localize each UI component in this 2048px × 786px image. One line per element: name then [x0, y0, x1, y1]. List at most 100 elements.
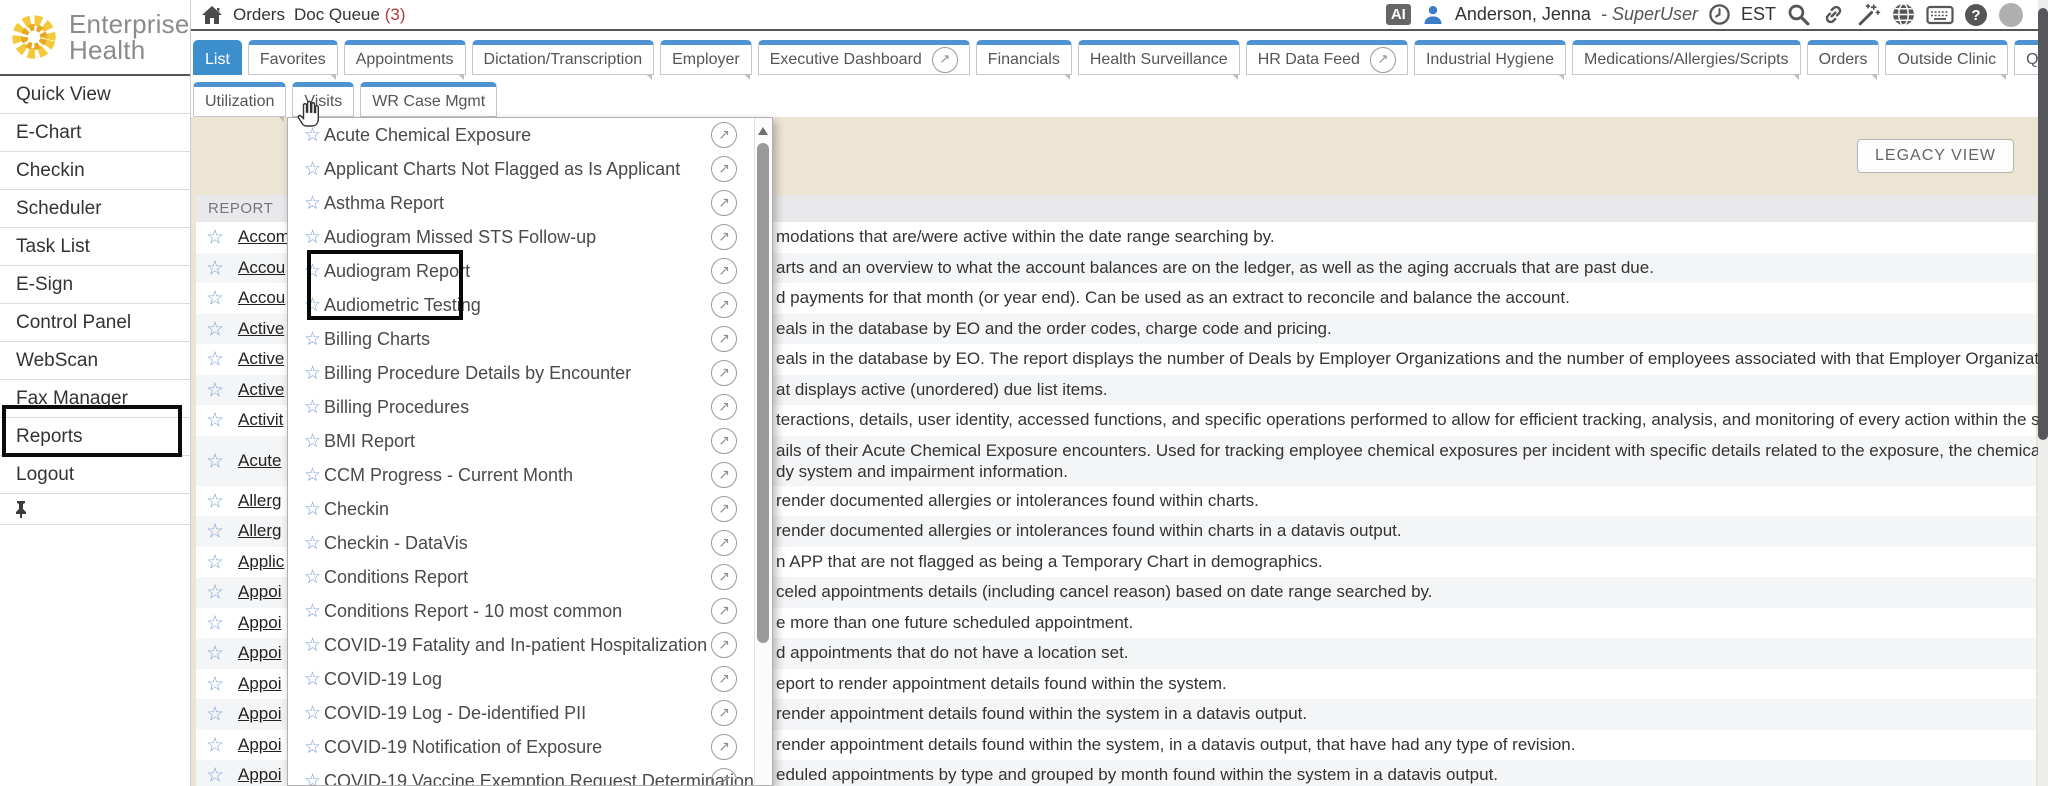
dropdown-item-conditions-report[interactable]: ☆Conditions Report↗ — [288, 560, 754, 594]
report-link[interactable]: Appoi — [238, 735, 281, 755]
sidebar-item-checkin[interactable]: Checkin — [0, 152, 190, 190]
report-link[interactable]: Accou — [238, 288, 285, 308]
favorite-star-icon[interactable]: ☆ — [206, 732, 224, 757]
favorite-star-icon[interactable]: ☆ — [301, 736, 324, 759]
tab-executive-dashboard[interactable]: Executive Dashboard↗ — [758, 40, 970, 75]
report-link[interactable]: Appoi — [238, 613, 281, 633]
dropdown-item-audiogram-report[interactable]: ☆Audiogram Report↗ — [288, 254, 754, 288]
report-link[interactable]: Active — [238, 349, 284, 369]
favorite-star-icon[interactable]: ☆ — [301, 328, 324, 351]
globe-icon[interactable] — [1891, 2, 1916, 27]
open-in-new-icon[interactable]: ↗ — [711, 224, 737, 250]
favorite-star-icon[interactable]: ☆ — [301, 464, 324, 487]
open-in-new-icon[interactable]: ↗ — [711, 122, 737, 148]
favorite-star-icon[interactable]: ☆ — [206, 549, 224, 574]
favorite-star-icon[interactable]: ☆ — [301, 294, 324, 317]
wand-icon[interactable] — [1856, 2, 1881, 27]
favorite-star-icon[interactable]: ☆ — [206, 316, 224, 341]
dropdown-item-acute-chemical-exposure[interactable]: ☆Acute Chemical Exposure↗ — [288, 118, 754, 152]
tab-financials[interactable]: Financials — [976, 40, 1072, 75]
report-link[interactable]: Appoi — [238, 582, 281, 602]
report-link[interactable]: Acute — [238, 451, 281, 471]
tab-outside-clinic[interactable]: Outside Clinic — [1885, 40, 2008, 75]
favorite-star-icon[interactable]: ☆ — [206, 610, 224, 635]
open-in-new-icon[interactable]: ↗ — [711, 292, 737, 318]
tab-health-surveillance[interactable]: Health Surveillance — [1078, 40, 1240, 75]
dropdown-item-billing-charts[interactable]: ☆Billing Charts↗ — [288, 322, 754, 356]
favorite-star-icon[interactable]: ☆ — [301, 770, 324, 786]
report-link[interactable]: Allerg — [238, 521, 281, 541]
favorite-star-icon[interactable]: ☆ — [301, 192, 324, 215]
pushpin-icon[interactable] — [14, 500, 28, 519]
favorite-star-icon[interactable]: ☆ — [206, 377, 224, 402]
tab-orders[interactable]: Orders — [1807, 40, 1880, 75]
favorite-star-icon[interactable]: ☆ — [301, 396, 324, 419]
tab-appointments[interactable]: Appointments — [344, 40, 466, 75]
favorite-star-icon[interactable]: ☆ — [301, 260, 324, 283]
sidebar-item-webscan[interactable]: WebScan — [0, 342, 190, 380]
page-scrollbar-thumb[interactable] — [2038, 8, 2048, 440]
favorite-star-icon[interactable]: ☆ — [301, 158, 324, 181]
tab-medications-allergies-scripts[interactable]: Medications/Allergies/Scripts — [1572, 40, 1801, 75]
dropdown-item-covid-19-vaccine-exemption-request-determination[interactable]: ☆COVID-19 Vaccine Exemption Request Dete… — [288, 764, 754, 786]
report-link[interactable]: Allerg — [238, 491, 281, 511]
keyboard-icon[interactable] — [1926, 4, 1954, 26]
open-in-new-icon[interactable]: ↗ — [711, 598, 737, 624]
favorite-star-icon[interactable]: ☆ — [206, 347, 224, 372]
sidebar-item-fax-manager[interactable]: Fax Manager — [0, 380, 190, 418]
open-in-new-icon[interactable]: ↗ — [711, 360, 737, 386]
user-name[interactable]: Anderson, Jenna — [1455, 4, 1591, 25]
open-in-new-icon[interactable]: ↗ — [711, 190, 737, 216]
report-link[interactable]: Activit — [238, 410, 283, 430]
sidebar-item-quick-view[interactable]: Quick View — [0, 76, 190, 114]
dropdown-item-billing-procedures[interactable]: ☆Billing Procedures↗ — [288, 390, 754, 424]
scroll-up-arrow-icon[interactable] — [758, 127, 768, 135]
open-in-new-icon[interactable]: ↗ — [711, 428, 737, 454]
favorite-star-icon[interactable]: ☆ — [301, 532, 324, 555]
favorite-star-icon[interactable]: ☆ — [301, 668, 324, 691]
tab-list[interactable]: List — [193, 40, 242, 75]
open-in-new-icon[interactable]: ↗ — [711, 734, 737, 760]
sidebar-item-reports[interactable]: Reports — [0, 418, 190, 456]
tab-hr-data-feed[interactable]: HR Data Feed↗ — [1246, 40, 1408, 75]
report-link[interactable]: Active — [238, 319, 284, 339]
help-icon[interactable]: ? — [1964, 3, 1988, 27]
dropdown-scrollbar[interactable] — [754, 118, 772, 785]
favorite-star-icon[interactable]: ☆ — [301, 430, 324, 453]
favorite-star-icon[interactable]: ☆ — [301, 362, 324, 385]
report-link[interactable]: Accou — [238, 258, 285, 278]
home-icon[interactable] — [200, 3, 224, 27]
sidebar-item-e-chart[interactable]: E-Chart — [0, 114, 190, 152]
tab-employer[interactable]: Employer — [660, 40, 752, 75]
report-link[interactable]: Appoi — [238, 674, 281, 694]
open-in-new-icon[interactable]: ↗ — [711, 394, 737, 420]
page-scrollbar[interactable] — [2038, 0, 2048, 786]
report-link[interactable]: Appoi — [238, 643, 281, 663]
report-link[interactable]: Appoi — [238, 704, 281, 724]
open-in-new-icon[interactable]: ↗ — [711, 258, 737, 284]
favorite-star-icon[interactable]: ☆ — [206, 641, 224, 666]
report-link[interactable]: Applic — [238, 552, 284, 572]
link-icon[interactable] — [1821, 2, 1846, 27]
favorite-star-icon[interactable]: ☆ — [206, 671, 224, 696]
dropdown-item-covid-19-log[interactable]: ☆COVID-19 Log↗ — [288, 662, 754, 696]
favorite-star-icon[interactable]: ☆ — [206, 702, 224, 727]
user-icon[interactable] — [1421, 3, 1445, 27]
dropdown-item-audiometric-testing[interactable]: ☆Audiometric Testing↗ — [288, 288, 754, 322]
nav-doc-queue[interactable]: Doc Queue (3) — [294, 5, 406, 25]
report-link[interactable]: Accom — [238, 227, 290, 247]
dropdown-item-audiogram-missed-sts-follow-up[interactable]: ☆Audiogram Missed STS Follow-up↗ — [288, 220, 754, 254]
tab-industrial-hygiene[interactable]: Industrial Hygiene — [1414, 40, 1566, 75]
nav-orders[interactable]: Orders — [233, 5, 285, 25]
sidebar-item-logout[interactable]: Logout — [0, 456, 190, 494]
open-in-new-icon[interactable]: ↗ — [711, 326, 737, 352]
open-in-new-icon[interactable]: ↗ — [711, 530, 737, 556]
favorite-star-icon[interactable]: ☆ — [301, 226, 324, 249]
dropdown-scrollbar-thumb[interactable] — [757, 143, 769, 643]
favorite-star-icon[interactable]: ☆ — [301, 566, 324, 589]
tab-wr-case-mgmt[interactable]: WR Case Mgmt — [360, 82, 497, 117]
favorite-star-icon[interactable]: ☆ — [206, 408, 224, 433]
favorite-star-icon[interactable]: ☆ — [206, 580, 224, 605]
open-in-new-icon[interactable]: ↗ — [711, 632, 737, 658]
favorite-star-icon[interactable]: ☆ — [206, 286, 224, 311]
